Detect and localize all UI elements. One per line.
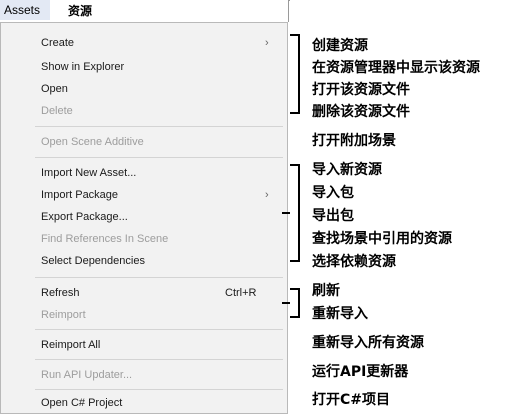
annotation-import-new-asset: 导入新资源 <box>312 162 382 178</box>
annotation-delete: 删除该资源文件 <box>312 104 410 120</box>
menu-item-open-scene-additive[interactable]: Open Scene Additive <box>41 132 144 152</box>
menu-item-open-csharp-project[interactable]: Open C# Project <box>41 393 122 413</box>
assets-dropdown-menu: Create › Show in Explorer Open Delete Op… <box>0 22 288 414</box>
annotation-bracket-tick <box>282 302 290 304</box>
menu-separator <box>35 359 283 360</box>
annotation-open-csharp-project: 打开C#项目 <box>312 392 391 408</box>
submenu-arrow-icon: › <box>265 189 269 201</box>
menu-item-delete[interactable]: Delete <box>41 101 73 121</box>
annotation-create: 创建资源 <box>312 38 368 54</box>
menu-icon-gutter <box>1 23 35 413</box>
assets-menu-title[interactable]: Assets <box>0 0 50 20</box>
annotation-export-package: 导出包 <box>312 208 354 224</box>
menu-separator <box>35 157 283 158</box>
menu-separator <box>35 126 283 127</box>
refresh-shortcut: Ctrl+R <box>225 287 257 299</box>
annotation-refresh: 刷新 <box>312 283 340 299</box>
annotation-open-scene-additive: 打开附加场景 <box>312 133 396 149</box>
annotation-select-dependencies: 选择依赖资源 <box>312 254 396 270</box>
menu-item-import-new-asset[interactable]: Import New Asset... <box>41 163 136 183</box>
menu-item-show-in-explorer[interactable]: Show in Explorer <box>41 57 124 77</box>
annotation-reimport: 重新导入 <box>312 306 368 322</box>
menu-item-refresh[interactable]: Refresh <box>41 283 80 303</box>
menu-item-reimport-all[interactable]: Reimport All <box>41 335 100 355</box>
submenu-arrow-icon: › <box>265 37 269 49</box>
menu-separator <box>35 329 283 330</box>
annotation-find-references: 查找场景中引用的资源 <box>312 231 452 247</box>
annotation-bracket <box>290 164 300 262</box>
annotation-open: 打开该资源文件 <box>312 82 410 98</box>
annotation-bracket-tick <box>282 212 290 214</box>
menu-item-reimport[interactable]: Reimport <box>41 305 86 325</box>
menu-item-export-package[interactable]: Export Package... <box>41 207 128 227</box>
annotation-bracket <box>290 34 300 114</box>
menu-item-open[interactable]: Open <box>41 79 68 99</box>
menu-item-find-references[interactable]: Find References In Scene <box>41 229 168 249</box>
annotation-show-in-explorer: 在资源管理器中显示该资源 <box>312 60 480 76</box>
menu-item-select-dependencies[interactable]: Select Dependencies <box>41 251 145 271</box>
menu-item-create[interactable]: Create <box>41 33 74 53</box>
assets-menu-title-cn: 资源 <box>68 4 93 18</box>
annotation-run-api-updater: 运行API更新器 <box>312 364 409 380</box>
menu-item-import-package[interactable]: Import Package <box>41 185 118 205</box>
menu-bar: Assets 资源 <box>0 0 290 22</box>
annotation-bracket <box>290 288 300 318</box>
menu-separator <box>35 277 283 278</box>
annotation-reimport-all: 重新导入所有资源 <box>312 335 424 351</box>
menu-item-run-api-updater[interactable]: Run API Updater... <box>41 365 132 385</box>
annotation-import-package: 导入包 <box>312 185 354 201</box>
menu-separator <box>35 389 283 390</box>
corner-marker <box>288 0 290 22</box>
